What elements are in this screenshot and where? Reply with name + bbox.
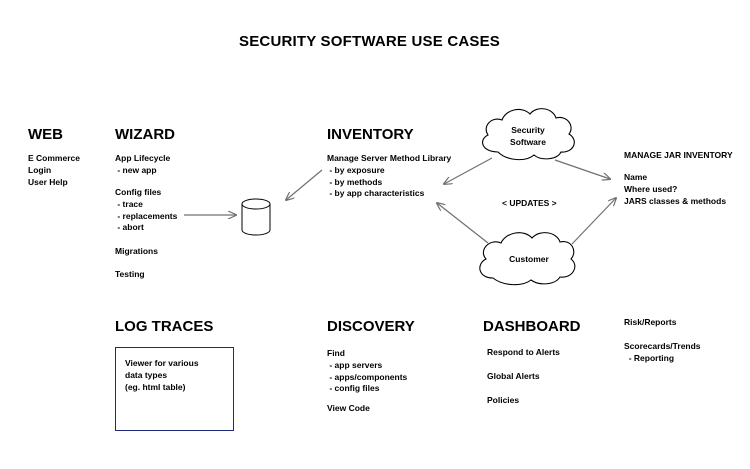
arrow-customer-to-jar (571, 198, 616, 245)
diagram-graphics: Security Software Customer (184, 108, 750, 286)
customer-cloud-icon: Customer (479, 232, 576, 286)
arrow-security-to-inventory (444, 157, 493, 184)
arrow-security-to-jar (554, 159, 610, 179)
security-software-cloud-icon: Security Software (482, 108, 575, 161)
security-cloud-line-2: Software (510, 137, 546, 147)
customer-cloud-label: Customer (509, 254, 549, 264)
arrow-customer-to-inventory (437, 203, 489, 244)
arrow-inventory-to-db (286, 169, 323, 200)
security-cloud-line-1: Security (511, 125, 545, 135)
database-icon (241, 198, 271, 236)
